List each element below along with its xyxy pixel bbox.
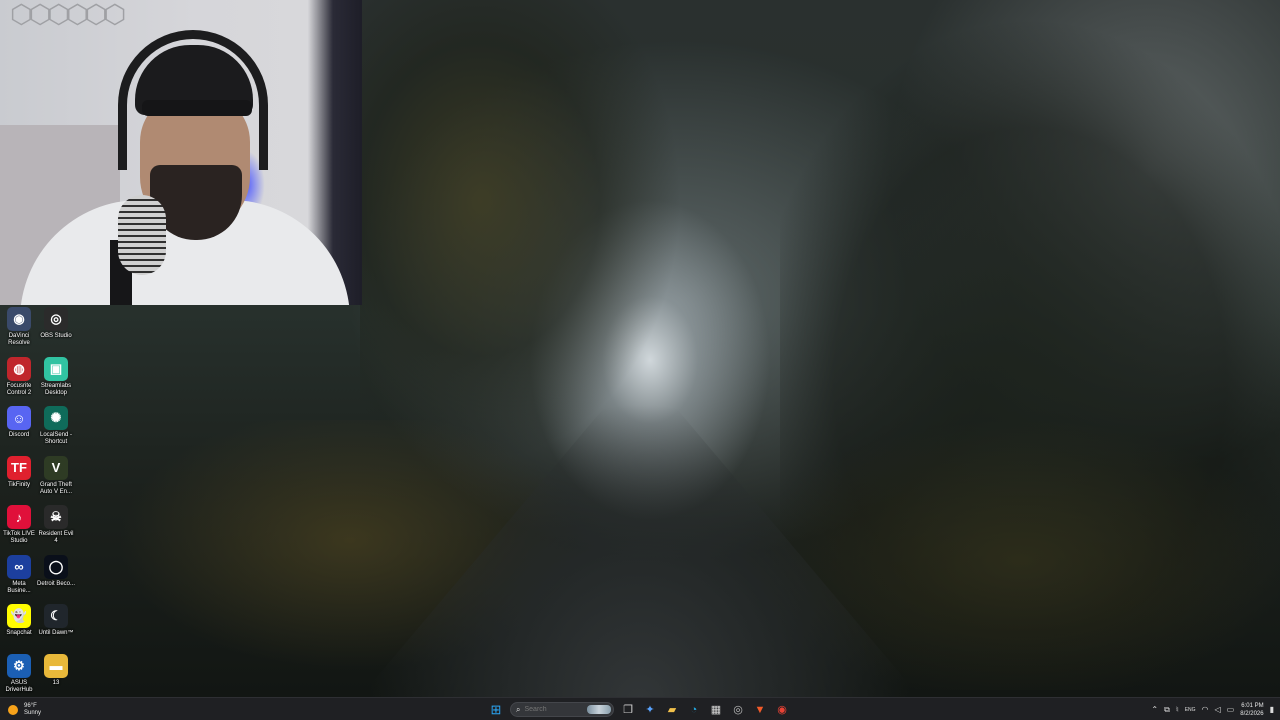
desktop-shortcut[interactable]: ◍ Focusrite Control 2 (0, 355, 38, 403)
desktop-shortcut[interactable]: ☺ Discord (0, 404, 38, 452)
desktop-icon-grid: ◉ DaVinci Resolve ◎ OBS Studio ◍ Focusrite Co… (0, 305, 76, 693)
desktop-shortcut[interactable]: TF TikFinity (0, 454, 38, 502)
battery-icon[interactable]: ▭ (1227, 705, 1235, 714)
desktop-shortcut-label: LocalSend - Shortcut (39, 432, 73, 445)
desktop-shortcut[interactable]: ♪ TikTok LIVE Studio (0, 503, 38, 551)
sun-icon (8, 704, 18, 715)
notification-bell-icon[interactable]: ▮ (1270, 705, 1274, 714)
desktop-shortcut-label: Focusrite Control 2 (6, 382, 32, 396)
taskbar: 96°F Sunny ⊞ ⌕ ❐ ✦ ▰ ◔ ▦ ◎ ▼ ◉ ⌃ ⧉ ♮ ENG ◠ ◁ ▭ … (0, 697, 1280, 720)
clock-date: 8/2/2026 (1240, 710, 1264, 717)
desktop-shortcut-label: DaVinci Resolve (8, 333, 30, 346)
discord-icon: ☺ (7, 406, 31, 430)
detroit-icon: ◯ (44, 554, 68, 579)
store-icon: ▦ (710, 704, 722, 716)
snapchat-icon: 👻 (7, 604, 31, 628)
wifi-icon[interactable]: ◠ (1202, 705, 1209, 714)
desktop-shortcut-label: Meta Busine... (7, 580, 31, 594)
microphone (118, 195, 166, 275)
file-explorer-icon: ▰ (667, 704, 677, 716)
language-indicator[interactable]: ENG (1185, 707, 1196, 713)
desktop-shortcut-label: TikTok LIVE Studio (3, 531, 35, 544)
search-input[interactable] (524, 706, 585, 713)
desktop-shortcut[interactable]: ☠ Resident Evil 4 (37, 503, 75, 551)
desktop-shortcut-label: Resident Evil 4 (38, 531, 74, 544)
desktop-shortcut[interactable]: ▣ Streamlabs Desktop (37, 355, 75, 403)
desktop-shortcut[interactable]: ⚙ ASUS DriverHub (0, 652, 38, 700)
desktop-shortcut-label: ASUS DriverHub (5, 679, 33, 693)
start-button[interactable]: ⊞ (488, 702, 504, 718)
until-dawn-icon: ☾ (44, 604, 68, 628)
meta-business-icon: ∞ (7, 554, 31, 579)
taskbar-app-file-explorer[interactable]: ▰ (664, 702, 680, 718)
desktop-shortcut-label: Until Dawn™ (38, 630, 74, 636)
folder-icon: ▬ (44, 653, 68, 678)
resident-evil-icon: ☠ (44, 505, 68, 529)
obs-taskbar-icon: ◎ (733, 704, 743, 716)
taskbar-app-copilot[interactable]: ✦ (642, 702, 658, 718)
obs-studio-icon: ◎ (44, 307, 68, 331)
tikfinity-icon: TF (7, 455, 31, 480)
taskbar-app-edge[interactable]: ◔ (686, 702, 702, 718)
cap-brim (142, 100, 252, 116)
desktop-shortcut[interactable]: ▬ 13 (37, 652, 75, 700)
desktop-shortcut[interactable]: ✺ LocalSend - Shortcut (37, 404, 75, 452)
tiktok-live-icon: ♪ (7, 505, 31, 529)
asus-driverhub-icon: ⚙ (7, 653, 31, 678)
copilot-icon: ✦ (645, 704, 655, 716)
desktop-shortcut-label: 13 (52, 679, 60, 686)
desktop-shortcut[interactable]: ◎ OBS Studio (37, 305, 75, 353)
system-tray: ⌃ ⧉ ♮ ENG ◠ ◁ ▭ 6:01 PM 8/2/2026 ▮ (1151, 700, 1274, 719)
desktop-shortcut-label: TikFinity (7, 481, 31, 488)
davinci-resolve-icon: ◉ (7, 307, 31, 331)
task-view-icon: ❐ (623, 704, 633, 716)
volume-icon[interactable]: ◁ (1215, 705, 1221, 714)
focusrite-icon: ◍ (7, 356, 31, 381)
brave-browser-icon: ▼ (754, 703, 766, 716)
edge-browser-icon: ◔ (690, 703, 698, 716)
taskbar-app-microsoft-store[interactable]: ▦ (708, 702, 724, 718)
clock-time: 6:01 PM (1241, 702, 1264, 709)
weather-condition: Sunny (24, 709, 42, 716)
wallpaper-trees-left (360, 0, 680, 470)
microphone-icon[interactable]: ♮ (1176, 705, 1179, 714)
chrome-browser-icon: ◉ (777, 704, 787, 716)
network-app-icon[interactable]: ⧉ (1164, 705, 1170, 715)
localsend-icon: ✺ (44, 406, 68, 430)
taskbar-app-task-view[interactable]: ❐ (620, 702, 636, 718)
desktop-shortcut-label: Detroit Beco... (37, 580, 76, 587)
taskbar-search[interactable]: ⌕ (510, 702, 614, 717)
desktop-shortcut[interactable]: ☾ Until Dawn™ (37, 602, 75, 650)
webcam-overlay: ⬡⬡⬡⬡⬡⬡ (0, 0, 362, 305)
desktop-shortcut-label: Grand Theft Auto V En... (39, 481, 73, 495)
windows-start-icon: ⊞ (490, 701, 502, 717)
gta-v-icon: V (44, 455, 68, 480)
desktop-shortcut-label: Discord (8, 432, 30, 438)
desktop-shortcut-label: OBS Studio (40, 333, 72, 339)
desktop-shortcut[interactable]: ∞ Meta Busine... (0, 553, 38, 601)
weather-widget[interactable]: 96°F Sunny (8, 701, 41, 718)
desktop-shortcut-label: Streamlabs Desktop (40, 382, 72, 396)
taskbar-app-obs[interactable]: ◎ (730, 702, 746, 718)
streamlabs-icon: ▣ (44, 356, 68, 381)
desktop-shortcut[interactable]: ◯ Detroit Beco... (37, 553, 75, 601)
chevron-up-icon[interactable]: ⌃ (1151, 705, 1158, 714)
taskbar-app-chrome[interactable]: ◉ (774, 702, 790, 718)
search-icon: ⌕ (516, 704, 521, 714)
desktop-shortcut[interactable]: 👻 Snapchat (0, 602, 38, 650)
taskbar-app-brave[interactable]: ▼ (752, 702, 768, 718)
taskbar-center: ⊞ ⌕ ❐ ✦ ▰ ◔ ▦ ◎ ▼ ◉ (488, 700, 790, 719)
desktop-shortcut-label: Snapchat (6, 630, 32, 636)
desktop-shortcut[interactable]: V Grand Theft Auto V En... (37, 454, 75, 502)
desktop-shortcut[interactable]: ◉ DaVinci Resolve (0, 305, 38, 353)
search-highlight-image (587, 705, 611, 714)
weather-temperature: 96°F (24, 702, 37, 709)
clock[interactable]: 6:01 PM 8/2/2026 (1240, 702, 1263, 718)
